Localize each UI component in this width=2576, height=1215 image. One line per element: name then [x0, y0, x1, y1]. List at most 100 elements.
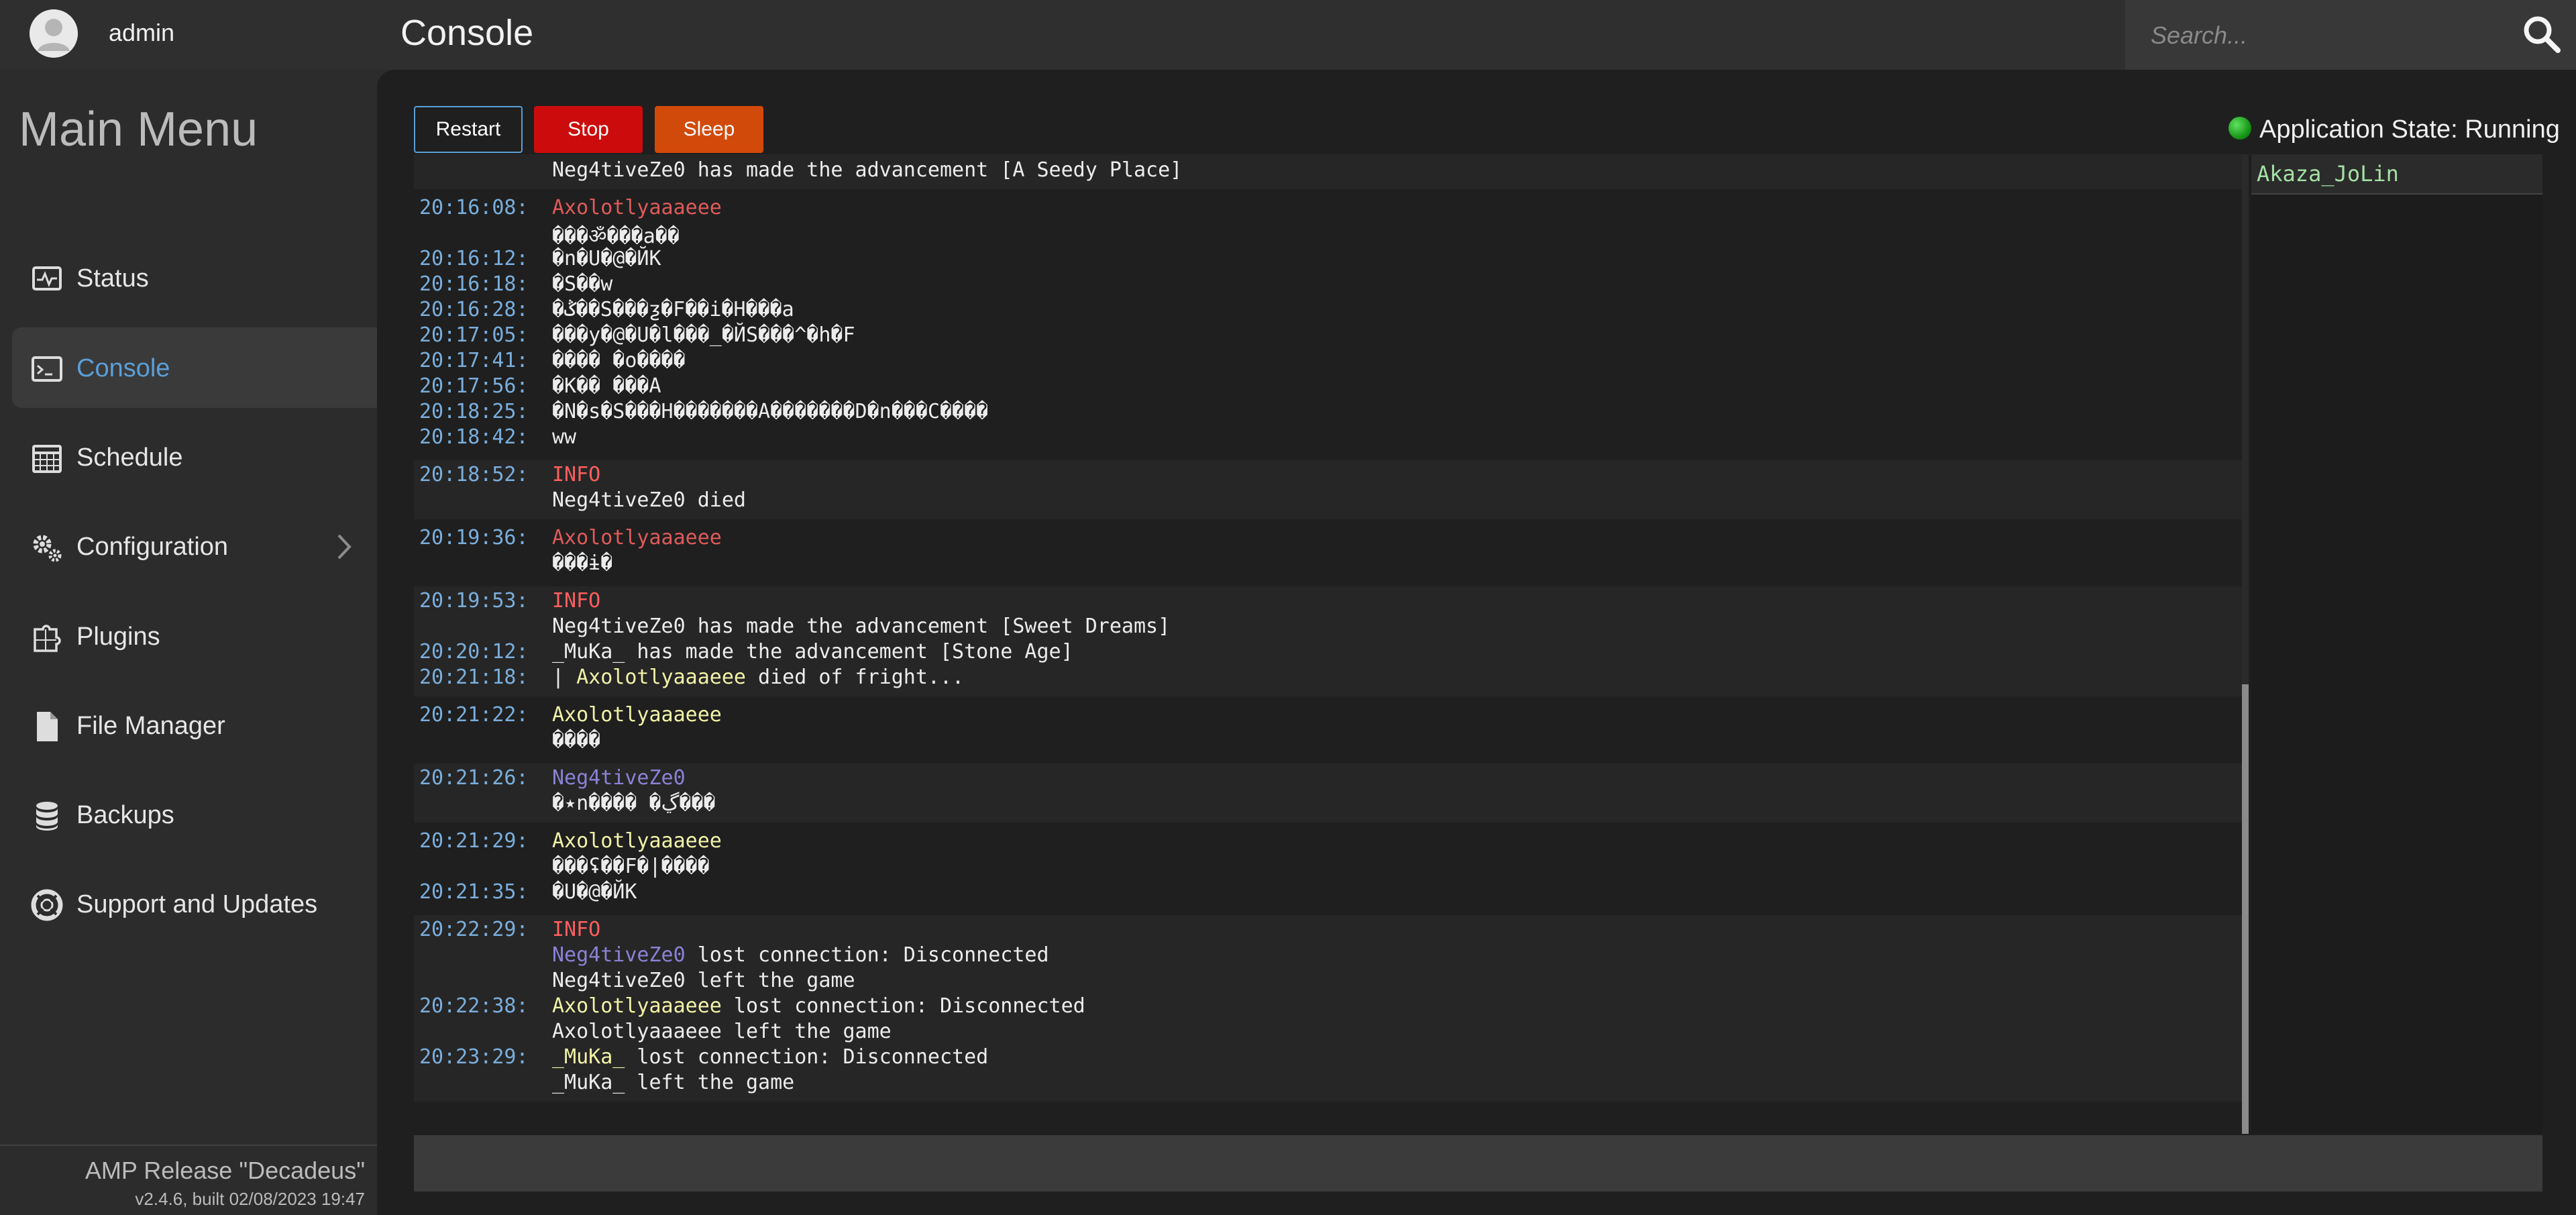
console-message: _MuKa_ left the game — [552, 1071, 794, 1094]
console-timestamp: 20:19:36: — [419, 526, 529, 549]
user-avatar[interactable] — [30, 9, 78, 58]
gears-icon — [33, 535, 62, 562]
console-timestamp: 20:17:05: — [419, 323, 529, 347]
sidebar-item-label: Backups — [76, 801, 174, 829]
release-name: AMP Release "Decadeus" — [85, 1157, 365, 1184]
console-command-input[interactable] — [414, 1135, 2542, 1192]
console-timestamp: 20:17:41: — [419, 349, 529, 372]
console-entry: 20:18:52: INFO Neg4tiveZe0 died — [414, 460, 2244, 519]
console-message: Neg4tiveZe0 has made the advancement [A … — [552, 158, 1182, 182]
console-source: Axolotlyaaaeee — [552, 526, 722, 549]
console-message-text: Neg4tiveZe0 died — [552, 488, 746, 512]
console-timestamp: 20:23:29: — [419, 1045, 529, 1069]
console-message: �S��w — [552, 272, 612, 296]
search-icon[interactable] — [2522, 15, 2561, 54]
console-timestamp: 20:21:26: — [419, 766, 529, 790]
console-timestamp: 20:19:53: — [419, 589, 529, 613]
console-message: | Axolotlyaaaeee died of fright... — [552, 666, 964, 689]
console-message: �n�U�@�ЙK — [552, 247, 661, 270]
console-player-name: Axolotlyaaaeee — [552, 994, 722, 1018]
sidebar-item-label: Plugins — [76, 623, 160, 651]
console-timestamp: 20:15:58: — [419, 154, 529, 156]
console-message: �٭n���� �ڲ��� — [552, 792, 716, 815]
console-message-text: lost connection: Disconnected — [721, 994, 1085, 1018]
console-source: Axolotlyaaaeee — [552, 703, 722, 727]
console-message-text: �K�� ���A — [552, 374, 661, 398]
console-message: Neg4tiveZe0 lost connection: Disconnecte… — [552, 943, 1049, 967]
sidebar-item-schedule[interactable]: Schedule — [12, 417, 377, 497]
console-message-text: �N�s�S���H�������A�������D�n���C���� — [552, 400, 989, 423]
main-menu-title: Main Menu — [19, 103, 258, 156]
console-message: �N�s�S���H�������A�������D�n���C���� — [552, 400, 988, 423]
application-state: Application State: Running — [2259, 115, 2560, 144]
console-timestamp: 20:18:52: — [419, 463, 529, 486]
file-icon — [37, 712, 58, 741]
console-entry: 20:19:36: Axolotlyaaaeee ���ɨ� — [414, 523, 2244, 582]
username: admin — [109, 19, 175, 46]
player-list: Akaza_JoLin — [2251, 154, 2542, 1134]
sidebar-item-label: Support and Updates — [76, 890, 318, 918]
sidebar-item-plugins[interactable]: Plugins — [12, 596, 377, 676]
console-timestamp: 20:20:12: — [419, 640, 529, 664]
console-message: ���ɨ� — [552, 551, 612, 575]
restart-button[interactable]: Restart — [414, 106, 523, 153]
console-scrollbar[interactable] — [2242, 154, 2249, 1134]
console-message-text: _MuKa_ left the game — [552, 1071, 795, 1094]
console-timestamp: 20:22:29: — [419, 918, 529, 941]
sidebar-item-backups[interactable]: Backups — [12, 774, 377, 855]
console-message: ���y�@�U�l���_�ЙS���^�h�F — [552, 323, 855, 347]
console-timestamp: 20:16:18: — [419, 272, 529, 296]
console-timestamp: 20:21:22: — [419, 703, 529, 727]
search-input[interactable] — [2149, 17, 2508, 54]
stop-button[interactable]: Stop — [534, 106, 643, 153]
sidebar-item-label: Schedule — [76, 443, 183, 472]
console-source: INFO — [552, 463, 601, 486]
console-scroll-thumb[interactable] — [2242, 684, 2249, 1134]
console-message-text: ww — [552, 425, 577, 449]
sidebar-item-file-manager[interactable]: File Manager — [12, 685, 377, 765]
console-timestamp: 20:21:18: — [419, 666, 529, 689]
console-message: ���ॐ���a�� — [552, 221, 680, 249]
console-timestamp: 20:22:38: — [419, 994, 529, 1018]
sidebar-item-label: Configuration — [76, 533, 229, 561]
console-log[interactable]: 20:15:58: INFO Neg4tiveZe0 has made the ad… — [414, 154, 2244, 1134]
console-player-name: _MuKa_ — [552, 1045, 625, 1069]
console-message-text: lost connection: Disconnected — [625, 1045, 989, 1069]
sidebar-item-configuration[interactable]: Configuration — [12, 506, 377, 586]
console-terminal-icon — [32, 356, 62, 382]
lifebuoy-icon — [31, 889, 63, 921]
user-silhouette-icon — [30, 9, 78, 58]
chevron-right-icon[interactable] — [327, 530, 361, 564]
console-message: Neg4tiveZe0 died — [552, 488, 746, 512]
sleep-button[interactable]: Sleep — [655, 106, 763, 153]
console-source: INFO — [552, 918, 601, 941]
console-message: _MuKa_ lost connection: Disconnected — [552, 1045, 988, 1069]
console-message-text: ���� �o���� — [552, 349, 686, 372]
console-message-text: Neg4tiveZe0 has made the advancement [A … — [552, 158, 1183, 182]
console-timestamp: 20:21:35: — [419, 880, 529, 904]
calendar-icon — [32, 445, 62, 473]
sidebar-item-label: Console — [76, 354, 170, 382]
console-message-text: ���ॐ���a�� — [552, 225, 680, 248]
console-entry: 20:21:29: Axolotlyaaaeee ���ʢ��F�|���� 20:2… — [414, 827, 2244, 911]
database-icon — [36, 802, 58, 831]
top-bar: admin Console — [0, 0, 2576, 70]
status-indicator-led — [2229, 117, 2251, 140]
console-entry: 20:19:53: INFO Neg4tiveZe0 has made the ad… — [414, 586, 2244, 696]
console-source: INFO — [552, 154, 600, 156]
console-message-text: �U�@�ЙK — [552, 880, 637, 904]
console-message-text: �n�U�@�ЙK — [552, 247, 661, 270]
puzzle-icon — [34, 625, 61, 652]
console-message: _MuKa_ has made the advancement [Stone A… — [552, 640, 1073, 664]
console-entry: 20:15:58: INFO Neg4tiveZe0 has made the ad… — [414, 154, 2244, 189]
console-entry: 20:16:08: Axolotlyaaaeee ���ॐ���a�� 20:16:1… — [414, 193, 2244, 456]
console-source: Axolotlyaaaeee — [552, 829, 722, 853]
sidebar-item-label: Status — [76, 264, 149, 293]
console-timestamp: 20:16:28: — [419, 298, 529, 321]
console-message: ww — [552, 425, 576, 449]
page-title: Console — [400, 13, 534, 53]
sidebar-item-support[interactable]: Support and Updates — [12, 863, 377, 944]
sidebar-item-status[interactable]: Status — [12, 237, 377, 318]
player-list-item[interactable]: Akaza_JoLin — [2251, 154, 2542, 195]
sidebar-item-console[interactable]: Console — [12, 327, 377, 408]
